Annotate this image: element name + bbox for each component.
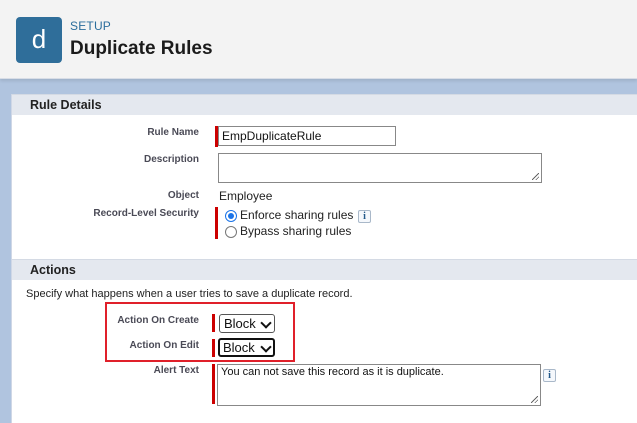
description-textarea[interactable]	[218, 153, 542, 183]
breadcrumb[interactable]: SETUP	[70, 19, 111, 33]
rule-details-section-header: Rule Details	[12, 94, 637, 115]
bypass-sharing-radio[interactable]	[225, 226, 237, 238]
app-logo-icon: d	[16, 17, 62, 63]
object-label: Object	[167, 190, 199, 201]
alert-text-textarea[interactable]: You can not save this record as it is du…	[217, 364, 541, 406]
object-value: Employee	[219, 189, 273, 203]
required-indicator	[215, 207, 218, 239]
bypass-sharing-label[interactable]: Bypass sharing rules	[240, 224, 351, 238]
rule-name-label: Rule Name	[147, 127, 199, 138]
rule-edit-panel: Rule Details Rule Name Description Objec…	[11, 94, 637, 423]
resize-handle-icon[interactable]	[531, 396, 538, 403]
description-label: Description	[143, 154, 199, 165]
enforce-sharing-label[interactable]: Enforce sharing rules	[240, 208, 353, 222]
actions-description: Specify what happens when a user tries t…	[26, 288, 353, 300]
info-icon[interactable]: i	[543, 369, 556, 382]
page-header: d SETUP Duplicate Rules	[0, 0, 637, 79]
annotation-highlight-box	[105, 302, 295, 362]
enforce-sharing-radio[interactable]	[225, 210, 237, 222]
record-level-security-label: Record-Level Security	[93, 208, 199, 219]
page-title: Duplicate Rules	[70, 38, 213, 59]
actions-section-header: Actions	[12, 259, 637, 280]
info-icon[interactable]: i	[358, 210, 371, 223]
resize-handle-icon[interactable]	[532, 173, 539, 180]
required-indicator	[212, 364, 215, 404]
alert-text-label: Alert Text	[153, 365, 199, 376]
rule-name-input[interactable]	[218, 126, 396, 146]
